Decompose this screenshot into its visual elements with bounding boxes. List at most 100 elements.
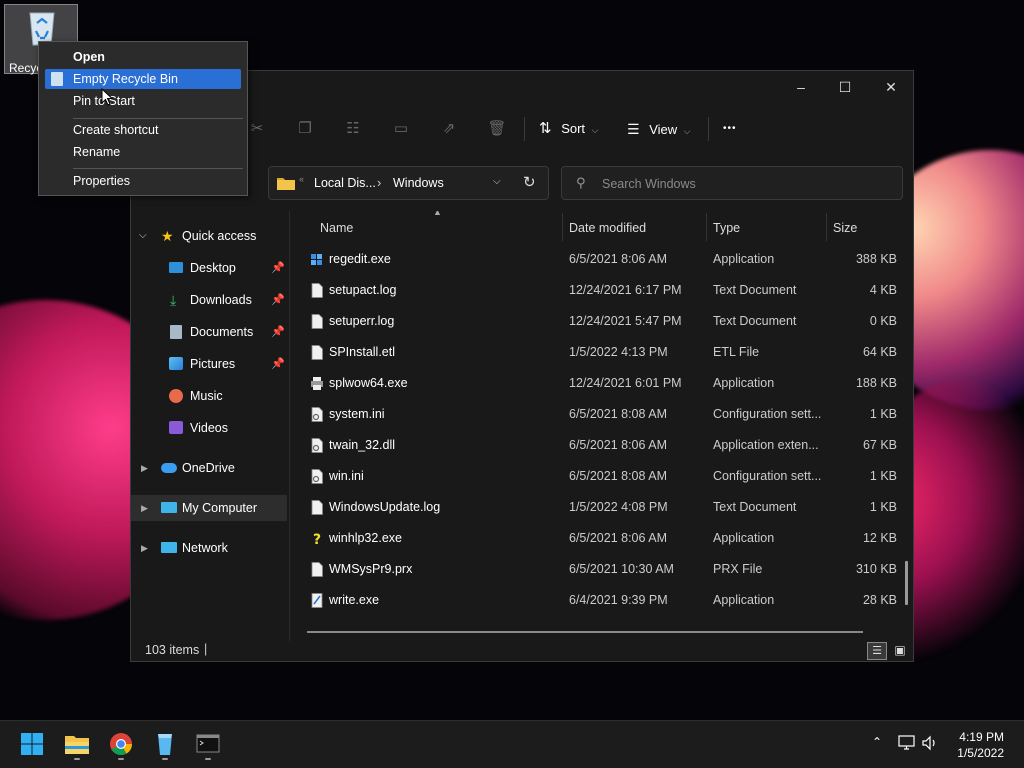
nav-item-pictures[interactable]: Pictures 📌 — [131, 351, 287, 377]
copy-icon[interactable]: ❐ — [295, 119, 315, 139]
menu-item-create-shortcut[interactable]: Create shortcut — [39, 120, 247, 140]
videos-icon — [169, 421, 183, 434]
start-button[interactable] — [17, 729, 47, 761]
refresh-icon[interactable]: ↻ — [523, 173, 536, 191]
menu-item-properties[interactable]: Properties — [39, 171, 247, 191]
breadcrumb-windows[interactable]: Windows — [393, 176, 444, 190]
share-icon[interactable]: ⇗ — [439, 119, 459, 139]
title-bar[interactable]: – ☐ ✕ — [131, 71, 913, 103]
file-size: 28 KB — [862, 593, 897, 607]
nav-item-documents[interactable]: Documents 📌 — [131, 319, 287, 345]
column-divider[interactable] — [826, 213, 827, 241]
menu-item-pin-to-start[interactable]: Pin to Start — [39, 91, 247, 111]
more-options-button[interactable]: ••• — [723, 119, 737, 139]
item-count: 103 items — [145, 643, 200, 657]
file-row[interactable]: splwow64.exe 12/24/2021 6:01 PM Applicatio… — [307, 368, 907, 399]
file-type: ETL File — [713, 345, 760, 359]
cut-icon[interactable]: ✂ — [247, 119, 267, 139]
file-row[interactable]: setuperr.log 12/24/2021 5:47 PM Text Docum… — [307, 306, 907, 337]
sort-button[interactable]: ⇅ Sort ⌵ — [539, 119, 599, 139]
pin-icon[interactable]: 📌 — [271, 287, 285, 313]
network-status-icon[interactable] — [898, 735, 916, 751]
address-bar[interactable]: « Local Dis... › Windows ⌵ ↻ — [268, 166, 549, 200]
nav-item-my-computer[interactable]: ▶ My Computer — [131, 495, 287, 521]
nav-item-network[interactable]: ▶ Network — [131, 535, 287, 561]
file-date-modified: 6/5/2021 8:06 AM — [569, 438, 667, 452]
taskbar-terminal[interactable] — [193, 729, 223, 761]
nav-item-quick-access[interactable]: ⌵ ★ Quick access — [131, 223, 287, 249]
volume-icon[interactable] — [921, 735, 939, 751]
address-history-chevron-icon[interactable]: ⌵ — [493, 176, 501, 187]
close-button[interactable]: ✕ — [881, 77, 901, 97]
view-button[interactable]: ☰ View ⌵ — [627, 119, 691, 139]
minimize-button[interactable]: – — [791, 77, 811, 97]
taskbar-file-explorer[interactable] — [62, 729, 92, 761]
column-divider[interactable] — [706, 213, 707, 241]
horizontal-scrollbar-thumb[interactable] — [307, 631, 863, 633]
vertical-scrollbar[interactable] — [905, 561, 908, 605]
document-icon — [310, 562, 324, 577]
nav-item-onedrive[interactable]: ▶ OneDrive — [131, 455, 287, 481]
sort-icon: ⇅ — [539, 120, 552, 137]
expand-chevron-icon[interactable]: ▶ — [141, 535, 148, 561]
file-date-modified: 6/5/2021 8:06 AM — [569, 531, 667, 545]
expand-chevron-icon[interactable]: ▶ — [141, 455, 148, 481]
menu-separator — [73, 168, 243, 169]
menu-item-open[interactable]: Open — [39, 47, 247, 67]
details-view-icon[interactable]: ☰ — [867, 642, 887, 660]
tiles-view-icon[interactable]: ▣ — [891, 642, 909, 660]
menu-item-rename[interactable]: Rename — [39, 142, 247, 162]
pin-icon[interactable]: 📌 — [271, 319, 285, 345]
pane-divider[interactable] — [289, 211, 290, 641]
search-box[interactable]: ⚲ Search Windows — [561, 166, 903, 200]
file-row[interactable]: ? winhlp32.exe 6/5/2021 8:06 AM Application… — [307, 523, 907, 554]
nav-label: Music — [190, 389, 223, 403]
file-date-modified: 12/24/2021 5:47 PM — [569, 314, 682, 328]
column-header-size[interactable]: Size — [833, 217, 857, 239]
paste-icon[interactable]: ☷ — [343, 119, 363, 139]
file-row[interactable]: SPInstall.etl 1/5/2022 4:13 PM ETL File 64 … — [307, 337, 907, 368]
delete-icon[interactable]: 🗑 — [487, 119, 507, 139]
taskbar-recycle-bin[interactable] — [150, 729, 180, 761]
menu-item-empty-recycle-bin[interactable]: Empty Recycle Bin — [45, 69, 241, 89]
nav-item-music[interactable]: Music — [131, 383, 287, 409]
file-row[interactable]: WindowsUpdate.log 1/5/2022 4:08 PM Text Do… — [307, 492, 907, 523]
document-icon — [310, 314, 324, 329]
file-row[interactable]: win.ini 6/5/2021 8:08 AM Configuration set… — [307, 461, 907, 492]
column-header-name[interactable]: Name — [320, 217, 353, 239]
nav-item-desktop[interactable]: Desktop 📌 — [131, 255, 287, 281]
file-type: Application — [713, 252, 775, 266]
column-header-type[interactable]: Type — [713, 217, 740, 239]
nav-item-downloads[interactable]: ⤓ Downloads 📌 — [131, 287, 287, 313]
nav-item-videos[interactable]: Videos — [131, 415, 287, 441]
file-row[interactable]: setupact.log 12/24/2021 6:17 PM Text Docum… — [307, 275, 907, 306]
download-icon: ⤓ — [170, 292, 177, 308]
column-divider[interactable] — [562, 213, 563, 241]
breadcrumb-separator: › — [377, 175, 382, 190]
file-size: 0 KB — [869, 314, 897, 328]
nav-label: Network — [182, 541, 228, 555]
file-date-modified: 6/5/2021 8:08 AM — [569, 469, 667, 483]
file-row[interactable]: WMSysPr9.prx 6/5/2021 10:30 AM PRX File 310… — [307, 554, 907, 585]
file-row[interactable]: write.exe 6/4/2021 9:39 PM Application 28 K… — [307, 585, 907, 616]
network-icon — [161, 542, 177, 553]
file-row[interactable]: twain_32.dll 6/5/2021 8:06 AM Application … — [307, 430, 907, 461]
menu-item-label: Empty Recycle Bin — [73, 72, 178, 86]
column-header-date[interactable]: Date modified — [569, 217, 646, 239]
taskbar-chrome[interactable] — [106, 729, 136, 761]
rename-icon[interactable]: ▭ — [391, 119, 411, 139]
clock[interactable]: 4:19 PM 1/5/2022 — [957, 729, 1004, 761]
show-hidden-icons-chevron-icon[interactable]: ⌃ — [872, 735, 882, 749]
search-icon: ⚲ — [576, 175, 586, 190]
settings-file-icon — [310, 438, 324, 453]
breadcrumb-local-disk[interactable]: Local Dis... — [314, 176, 376, 190]
maximize-button[interactable]: ☐ — [835, 77, 855, 97]
expand-chevron-icon[interactable]: ▶ — [141, 495, 148, 521]
pin-icon[interactable]: 📌 — [271, 255, 285, 281]
pin-icon[interactable]: 📌 — [271, 351, 285, 377]
file-row[interactable]: regedit.exe 6/5/2021 8:06 AM Application 38… — [307, 244, 907, 275]
file-date-modified: 6/5/2021 8:08 AM — [569, 407, 667, 421]
expand-chevron-icon[interactable]: ⌵ — [139, 223, 147, 249]
file-row[interactable]: system.ini 6/5/2021 8:08 AM Configuration … — [307, 399, 907, 430]
nav-label: Videos — [190, 421, 228, 435]
